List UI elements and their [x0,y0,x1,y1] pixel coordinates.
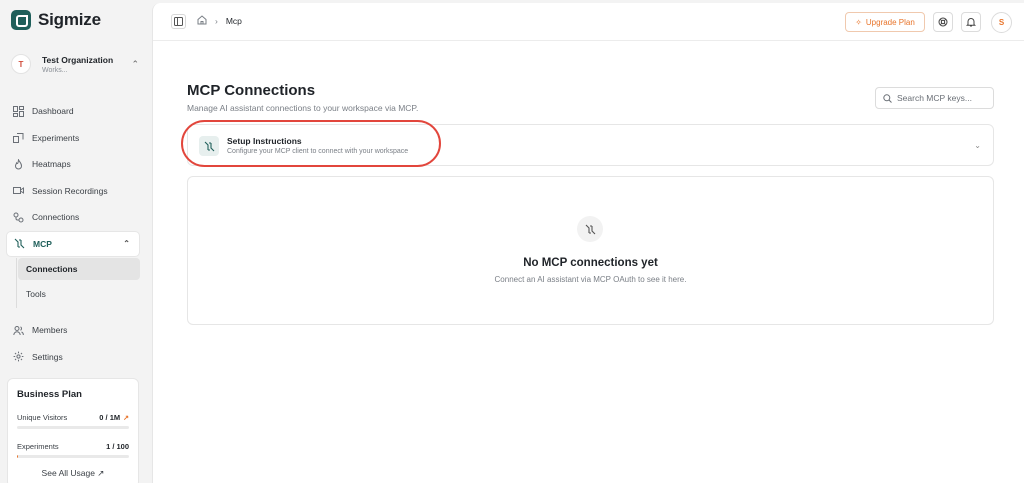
usage-value: 1 / 100 [106,442,129,451]
flame-icon [13,158,24,170]
home-icon[interactable] [197,15,207,27]
empty-state-title: No MCP connections yet [523,257,658,269]
usage-bar-experiments [17,455,129,458]
setup-title: Setup Instructions [227,136,302,146]
members-icon [13,325,24,336]
breadcrumb-separator-icon: › [215,16,218,26]
sidebar-item-label: Dashboard [32,106,74,117]
mcp-icon [199,136,219,156]
sidebar-item-label: Settings [32,351,63,362]
topbar: › Mcp ✧ Upgrade Plan S [153,3,1024,41]
org-name: Test Organization [42,54,114,65]
mcp-icon [577,216,603,242]
empty-state-subtitle: Connect an AI assistant via MCP OAuth to… [494,275,687,284]
sidebar-item-experiments[interactable]: Experiments [6,125,140,152]
sidebar-item-members[interactable]: Members [6,317,140,344]
sidebar-subitem-tools[interactable]: Tools [18,283,140,305]
usage-label: Unique Visitors [17,413,68,422]
user-avatar[interactable]: S [991,12,1012,33]
search-input[interactable] [897,93,987,103]
video-icon [13,185,24,196]
sidebar-item-heatmaps[interactable]: Heatmaps [6,151,140,178]
sidebar-item-dashboard[interactable]: Dashboard [6,98,140,125]
org-avatar: T [11,54,31,74]
sidebar-item-mcp[interactable]: MCP ⌃ [6,230,140,257]
sigmize-logo-icon [11,10,31,30]
page-title: MCP Connections [187,82,316,99]
brand[interactable]: Sigmize [11,10,101,30]
setup-instructions-accordion[interactable]: Setup Instructions Configure your MCP cl… [187,124,994,166]
settings-icon [13,351,24,362]
sidebar-subnav-mcp: Connections Tools [16,258,140,308]
sidebar-item-label: Session Recordings [32,185,108,196]
org-workspace: Works... [42,66,68,74]
sidebar-toggle-icon [174,17,183,26]
chevron-updown-icon: ⌃ [131,58,139,69]
sidebar-item-connections[interactable]: Connections [6,204,140,231]
page-subtitle: Manage AI assistant connections to your … [187,103,419,113]
brand-name: Sigmize [38,10,101,29]
usage-row-visitors: Unique Visitors 0 / 1M ↗ [17,413,129,422]
mcp-icon [14,238,25,249]
empty-state-card: No MCP connections yet Connect an AI ass… [187,176,994,325]
sidebar-subitem-connections[interactable]: Connections [18,258,140,280]
usage-value: 0 / 1M [99,413,121,422]
upgrade-plan-button[interactable]: ✧ Upgrade Plan [845,12,925,32]
see-all-usage-link[interactable]: See All Usage ↗ [17,468,129,479]
search-icon [883,93,892,103]
main-panel: › Mcp ✧ Upgrade Plan S MCP Connections M… [152,3,1024,483]
connections-icon [13,212,24,223]
notifications-button[interactable] [961,12,981,32]
bell-icon [966,18,976,27]
plan-title: Business Plan [17,389,82,400]
sidebar-item-label: Connections [32,212,80,223]
usage-label: Experiments [17,442,59,451]
sidebar-toggle-button[interactable] [171,14,186,29]
usage-bar-visitors [17,426,129,429]
sidebar: Sigmize T Test Organization Works... ⌃ D… [0,0,150,483]
org-switcher[interactable]: T Test Organization Works... ⌃ [11,50,139,78]
setup-subtitle: Configure your MCP client to connect wit… [227,148,409,155]
lifebuoy-icon [938,17,948,27]
sidebar-item-label: Experiments [32,132,80,143]
trend-up-icon: ↗ [123,414,129,422]
upgrade-label: Upgrade Plan [865,17,915,27]
plan-usage-card: Business Plan Unique Visitors 0 / 1M ↗ Ex… [7,378,139,483]
chevron-up-icon: ⌃ [123,239,130,249]
sidebar-item-label: Heatmaps [32,159,71,170]
sidebar-item-session-recordings[interactable]: Session Recordings [6,178,140,205]
sidebar-nav-bottom: Members Settings [6,317,140,370]
chevron-down-icon[interactable]: ⌄ [974,141,981,150]
usage-row-experiments: Experiments 1 / 100 [17,442,129,451]
sidebar-item-settings[interactable]: Settings [6,344,140,371]
dashboard-icon [13,105,24,117]
sidebar-item-label: MCP [33,238,52,249]
search-box[interactable] [875,87,994,109]
experiments-icon [13,132,24,144]
breadcrumb: › Mcp [197,15,242,27]
sidebar-item-label: Members [32,325,68,336]
sparkle-icon: ✧ [855,17,862,27]
sidebar-nav: Dashboard Experiments Heatmaps Session R… [6,98,140,257]
support-button[interactable] [933,12,953,32]
breadcrumb-current[interactable]: Mcp [226,16,242,26]
